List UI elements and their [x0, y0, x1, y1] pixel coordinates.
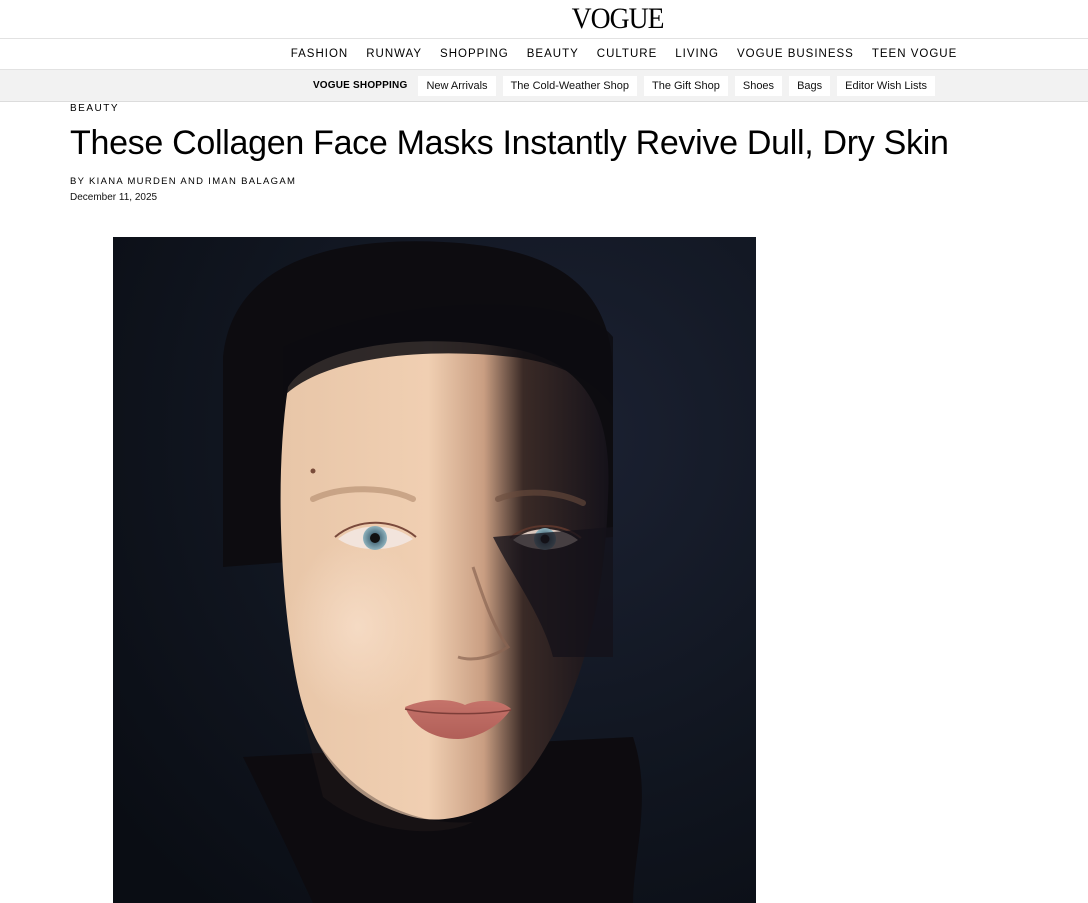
- nav-living[interactable]: LIVING: [675, 48, 719, 60]
- nav-culture[interactable]: CULTURE: [597, 48, 657, 60]
- shop-link-shoes[interactable]: Shoes: [734, 75, 783, 96]
- shop-link-new-arrivals[interactable]: New Arrivals: [418, 75, 496, 96]
- vogue-logo[interactable]: VOGUE: [424, 4, 665, 34]
- article-rubric[interactable]: BEAUTY: [70, 103, 1088, 114]
- article-byline: BY KIANA MURDEN AND IMAN BALAGAM: [70, 175, 297, 187]
- nav-shopping[interactable]: SHOPPING: [440, 48, 509, 60]
- nav-runway[interactable]: RUNWAY: [366, 48, 422, 60]
- shopping-bar-title: VOGUE SHOPPING: [312, 80, 408, 91]
- portrait-photo: [113, 237, 756, 903]
- article: BEAUTY These Collagen Face Masks Instant…: [0, 103, 1088, 203]
- nav-fashion[interactable]: FASHION: [291, 48, 348, 60]
- hero-image: [113, 237, 756, 903]
- shop-link-cold-weather-shop[interactable]: The Cold-Weather Shop: [502, 75, 637, 96]
- article-headline: These Collagen Face Masks Instantly Revi…: [70, 124, 949, 162]
- nav-vogue-business[interactable]: VOGUE BUSINESS: [737, 48, 854, 60]
- main-nav: FASHION RUNWAY SHOPPING BEAUTY CULTURE L…: [0, 39, 1088, 70]
- site-header: VOGUE FASHION RUNWAY SHOPPING BEAUTY CUL…: [0, 0, 1088, 102]
- shop-link-gift-shop[interactable]: The Gift Shop: [643, 75, 728, 96]
- nav-beauty[interactable]: BEAUTY: [527, 48, 579, 60]
- nav-teen-vogue[interactable]: TEEN VOGUE: [872, 48, 957, 60]
- masthead: VOGUE: [0, 0, 1088, 39]
- shop-link-bags[interactable]: Bags: [789, 75, 831, 96]
- article-date: December 11, 2025: [70, 191, 158, 203]
- shop-link-editor-wish-lists[interactable]: Editor Wish Lists: [837, 75, 936, 96]
- shopping-bar: VOGUE SHOPPING New Arrivals The Cold-Wea…: [0, 70, 1088, 102]
